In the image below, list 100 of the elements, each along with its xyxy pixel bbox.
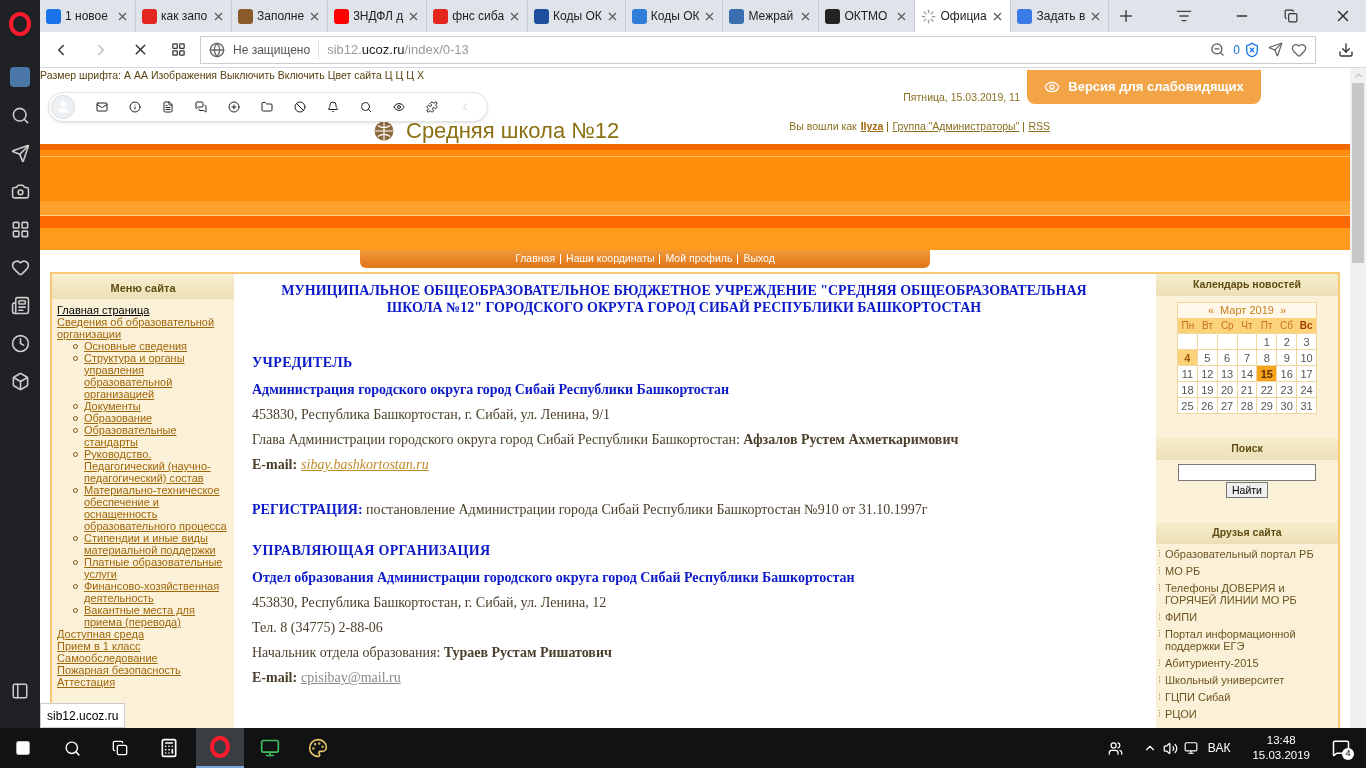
folder-icon[interactable] (261, 101, 273, 113)
submenu-link[interactable]: Образовательные стандарты (84, 424, 229, 448)
puzzle-icon[interactable] (426, 101, 438, 113)
accessibility-link[interactable]: А (124, 68, 131, 84)
calendar-day[interactable]: 25 (1178, 398, 1197, 413)
tab-menu-icon[interactable] (1176, 8, 1192, 24)
camera-icon[interactable] (10, 182, 30, 201)
calendar-day[interactable]: 27 (1217, 398, 1237, 413)
calendar-day[interactable]: 11 (1178, 366, 1197, 381)
plus-icon[interactable] (228, 101, 240, 113)
calendar-day[interactable]: 14 (1237, 366, 1257, 381)
chat-icon[interactable] (195, 101, 207, 113)
taskbar-app[interactable] (196, 728, 244, 768)
shield-icon[interactable] (1244, 41, 1260, 58)
accessibility-link[interactable]: Включить (277, 68, 325, 84)
network-icon[interactable] (1183, 741, 1198, 755)
calendar-day[interactable]: 18 (1178, 382, 1197, 397)
people-icon[interactable] (1107, 740, 1123, 756)
friend-link[interactable]: ФИПИ (1165, 611, 1198, 623)
calendar-day[interactable]: 8 (1257, 350, 1277, 365)
volume-icon[interactable] (1162, 740, 1178, 756)
search-icon[interactable] (360, 101, 372, 113)
ban-icon[interactable] (294, 101, 306, 113)
group-link[interactable]: Группа "Администраторы" (892, 119, 1020, 135)
friend-link[interactable]: Портал информационной поддержки ЕГЭ (1165, 628, 1335, 652)
submenu-link[interactable]: Платные образовательные услуги (84, 556, 229, 580)
calendar-day[interactable]: 2 (1277, 334, 1297, 349)
accessibility-link[interactable]: Ц (384, 68, 393, 84)
info-icon[interactable] (129, 101, 141, 113)
submenu-link[interactable]: Стипендии и иные виды материальной поддержки (84, 532, 229, 556)
search-field[interactable] (1178, 464, 1316, 481)
email-link[interactable]: cpisibay@mail.ru (301, 667, 401, 692)
document-icon[interactable] (162, 101, 174, 113)
accessibility-link[interactable]: Х (417, 68, 425, 84)
zoom-out-icon[interactable] (1210, 42, 1226, 57)
menu-link[interactable]: Главная страница (57, 304, 229, 316)
calendar-day[interactable]: 10 (1297, 350, 1316, 365)
search-icon[interactable] (64, 739, 81, 757)
user-link[interactable]: Ilyza (860, 119, 884, 135)
browser-tab[interactable]: Официа (915, 0, 1012, 32)
mail-icon[interactable] (96, 101, 108, 113)
calendar-day[interactable]: 1 (1257, 334, 1277, 349)
browser-logo-icon[interactable] (9, 12, 31, 36)
calendar-day[interactable]: 17 (1297, 366, 1316, 381)
menu-link[interactable]: Доступная среда (57, 628, 229, 640)
submenu-link[interactable]: Основные сведения (84, 340, 188, 352)
menu-link[interactable]: Сведения об образовательной организации (57, 316, 229, 340)
calendar-day[interactable]: 19 (1197, 382, 1217, 397)
search-icon[interactable] (10, 106, 30, 125)
heart-icon[interactable] (1291, 41, 1307, 58)
submenu-link[interactable]: Образование (84, 412, 153, 424)
calendar-day[interactable]: 22 (1257, 382, 1277, 397)
eye-icon[interactable] (393, 101, 405, 113)
start-icon[interactable] (15, 740, 31, 756)
menu-link[interactable]: Аттестация (57, 676, 229, 688)
cube-icon[interactable] (10, 372, 30, 391)
clock-icon[interactable] (10, 334, 30, 353)
download-icon[interactable] (1338, 41, 1354, 58)
menu-link[interactable]: Прием в 1 класс (57, 640, 229, 652)
menu-link[interactable]: Самообследование (57, 652, 229, 664)
calculator-icon[interactable] (159, 738, 179, 758)
accessibility-link[interactable]: Изображения (151, 68, 218, 84)
panel-icon[interactable] (11, 682, 29, 700)
submenu-link[interactable]: Документы (84, 400, 141, 412)
friend-link[interactable]: Абитуриенту-2015 (1165, 657, 1259, 669)
rss-link[interactable]: RSS (1028, 119, 1050, 135)
calendar-day[interactable]: 5 (1197, 350, 1217, 365)
friend-link[interactable]: РЦОИ (1165, 708, 1197, 720)
calendar-day[interactable]: 30 (1277, 398, 1297, 413)
calendar-day[interactable]: 15 (1257, 366, 1277, 381)
friend-link[interactable]: МО РБ (1165, 565, 1201, 577)
task-view-icon[interactable] (112, 740, 128, 756)
send-icon[interactable] (1268, 42, 1283, 57)
paint-icon[interactable] (308, 738, 328, 758)
accessibility-link[interactable]: АА (134, 68, 149, 84)
calendar-day[interactable]: 16 (1277, 366, 1297, 381)
calendar-day[interactable]: 21 (1237, 382, 1257, 397)
bell-icon[interactable] (327, 101, 339, 113)
clock[interactable]: 13:48 15.03.2019 (1252, 733, 1310, 763)
language-indicator[interactable]: ВАК (1207, 739, 1231, 757)
calendar-day[interactable]: 13 (1217, 366, 1237, 381)
friend-link[interactable]: Образовательный портал РБ (1165, 548, 1314, 560)
search-button[interactable]: Найти (1226, 482, 1268, 498)
accessibility-link[interactable]: Выключить (220, 68, 275, 84)
submenu-link[interactable]: Вакантные места для приема (перевода) (84, 604, 229, 628)
calendar-day[interactable]: 31 (1297, 398, 1316, 413)
friend-link[interactable]: Телефоны ДОВЕРИЯ и ГОРЯЧЕЙ ЛИНИИ МО РБ (1165, 582, 1335, 606)
friend-link[interactable]: Школьный университет (1165, 674, 1285, 686)
accessibility-link[interactable]: Цвет сайта (327, 68, 382, 84)
calendar-day[interactable]: 26 (1197, 398, 1217, 413)
calendar-day[interactable]: 4 (1178, 350, 1197, 365)
calendar-day[interactable]: 6 (1217, 350, 1237, 365)
submenu-link[interactable]: Финансово-хозяйственная деятельность (84, 580, 229, 604)
calendar-day[interactable]: 28 (1237, 398, 1257, 413)
grid-icon[interactable] (10, 220, 30, 239)
calendar-day[interactable]: 3 (1297, 334, 1316, 349)
accessibility-link[interactable]: Ц (395, 68, 404, 84)
friend-link[interactable]: ГЦПИ Сибай (1165, 691, 1231, 703)
calendar-day[interactable]: 9 (1277, 350, 1297, 365)
menu-link[interactable]: Пожарная безопасность (57, 664, 229, 676)
